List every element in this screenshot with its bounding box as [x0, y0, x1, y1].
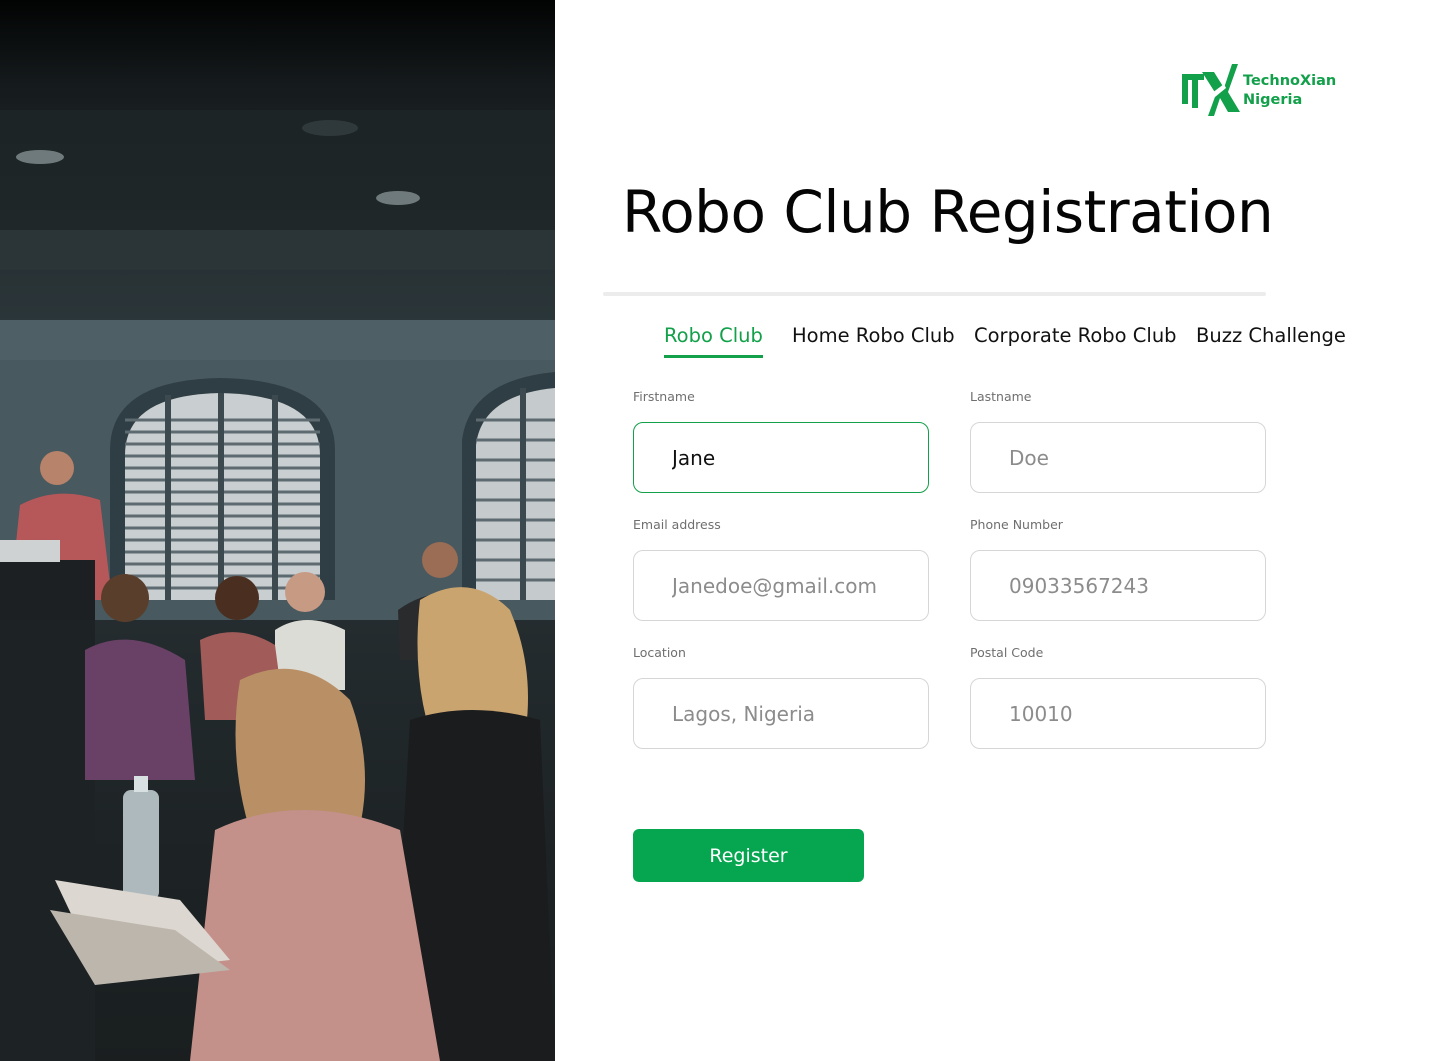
email-label: Email address: [633, 517, 721, 532]
postal-code-label: Postal Code: [970, 645, 1044, 660]
logo-wordmark: TechnoXian Nigeria: [1243, 72, 1336, 110]
location-input[interactable]: [633, 678, 929, 749]
logo-name-line2: Nigeria: [1243, 92, 1303, 108]
firstname-label: Firstname: [633, 389, 695, 404]
classroom-photo-illustration: [0, 110, 555, 1061]
tab-robo-club[interactable]: Robo Club: [664, 324, 763, 360]
page-title: Robo Club Registration: [622, 178, 1274, 246]
tab-buzz-challenge[interactable]: Buzz Challenge: [1196, 324, 1346, 360]
classroom-photo: [0, 0, 555, 1061]
postal-code-input[interactable]: [970, 678, 1266, 749]
register-button[interactable]: Register: [633, 829, 864, 882]
location-label: Location: [633, 645, 686, 660]
tab-home-robo-club[interactable]: Home Robo Club: [792, 324, 955, 360]
logo-name-line1: TechnoXian: [1243, 73, 1337, 89]
firstname-input[interactable]: [633, 422, 929, 493]
lastname-input[interactable]: [970, 422, 1266, 493]
tab-corporate-robo-club[interactable]: Corporate Robo Club: [974, 324, 1177, 360]
technoxian-logo-icon: [1182, 64, 1240, 116]
phone-label: Phone Number: [970, 517, 1063, 532]
email-input[interactable]: [633, 550, 929, 621]
phone-input[interactable]: [970, 550, 1266, 621]
lastname-label: Lastname: [970, 389, 1032, 404]
title-divider: [603, 292, 1266, 296]
